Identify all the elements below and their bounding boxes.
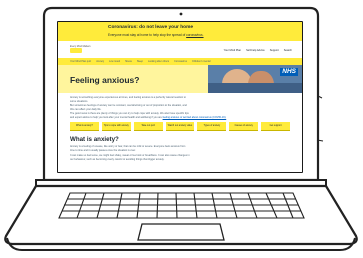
nav-link-search[interactable]: Search <box>284 49 292 52</box>
quick-link-what-is-anxiety[interactable]: What is anxiety? <box>70 122 99 131</box>
quick-link-tips[interactable]: Tips to cope with anxiety <box>101 122 131 131</box>
menu-item-children[interactable]: Children's mental <box>192 60 210 63</box>
photo-foreground <box>208 83 302 93</box>
trackpad <box>137 223 225 241</box>
page-title: Feeling anxious? <box>70 75 140 85</box>
body-line: this can affect your daily life. <box>70 107 102 111</box>
intro-line: Anxiety is something everyone experience… <box>70 96 186 99</box>
nav-link-mind-plan[interactable]: Your Mind Plan <box>224 49 242 52</box>
menu-item-anxiety[interactable]: Anxiety <box>96 60 104 63</box>
section-heading: What is anxiety? <box>70 136 119 143</box>
menu-item-others[interactable]: Looking after others <box>148 60 169 63</box>
intro-paragraph: Anxiety is something everyone experience… <box>70 96 186 103</box>
intro-line: some situations. <box>70 99 89 103</box>
quick-link-video[interactable]: Watch our anxiety video <box>165 122 195 131</box>
menu-item-coronavirus[interactable]: Coronavirus <box>174 60 187 63</box>
menu-bar: Your Mind Plan quiz Anxiety Low mood Str… <box>58 58 302 65</box>
section-paragraph-2: It can make us feel tense, we might feel… <box>70 154 190 161</box>
hero-section: Feeling anxious? NHS <box>58 65 302 93</box>
nav-link-self-help[interactable]: Self-help Advice <box>246 49 265 52</box>
menu-item-quiz[interactable]: Your Mind Plan quiz <box>70 60 91 63</box>
banner-link[interactable]: coronavirus. <box>186 33 203 37</box>
coronavirus-advice-link[interactable]: feeling anxious or worried about coronav… <box>163 116 227 119</box>
body-paragraph-3: The good news is there are plenty of thi… <box>70 112 226 119</box>
section-line: time to time and it usually passes once … <box>70 148 136 152</box>
body-line: But sometimes feelings of anxiety can be… <box>70 104 187 107</box>
quick-links: What is anxiety? Tips to cope with anxie… <box>70 122 291 131</box>
section-line: our behaviour, such as becoming overly c… <box>70 157 165 161</box>
section-paragraph-1: Anxiety is a feeling of unease, like wor… <box>70 145 185 152</box>
quick-link-support[interactable]: Get support <box>261 122 291 131</box>
banner-title: Coronavirus: do not leave your home <box>108 25 194 30</box>
hero-photo: NHS <box>208 65 302 93</box>
body-paragraph-2: But sometimes feelings of anxiety can be… <box>70 104 187 111</box>
coronavirus-banner: Coronavirus: do not leave your home Ever… <box>58 22 302 41</box>
browser-screen: Coronavirus: do not leave your home Ever… <box>58 22 302 172</box>
menu-item-low-mood[interactable]: Low mood <box>109 60 120 63</box>
nhs-logo: NHS <box>280 68 298 76</box>
section-line: Anxiety is a feeling of unease, like wor… <box>70 145 186 148</box>
nav-link-support[interactable]: Support <box>270 49 279 52</box>
menu-item-stress[interactable]: Stress <box>125 60 132 63</box>
site-logo[interactable] <box>70 48 82 53</box>
webcam-icon <box>179 12 183 16</box>
quick-link-types[interactable]: Types of anxiety <box>197 122 227 131</box>
body-line: and expert advice to help you look after… <box>70 115 227 119</box>
section-line: It can make us feel tense, we might feel… <box>70 154 190 157</box>
top-navigation: Your Mind Plan Self-help Advice Support … <box>224 49 292 52</box>
quick-link-quiz[interactable]: Take our quiz <box>133 122 163 131</box>
banner-subtitle: Everyone must stay at home to help stop … <box>108 33 204 37</box>
quick-link-causes[interactable]: Causes of anxiety <box>229 122 259 131</box>
menu-item-sleep[interactable]: Sleep <box>137 60 143 63</box>
